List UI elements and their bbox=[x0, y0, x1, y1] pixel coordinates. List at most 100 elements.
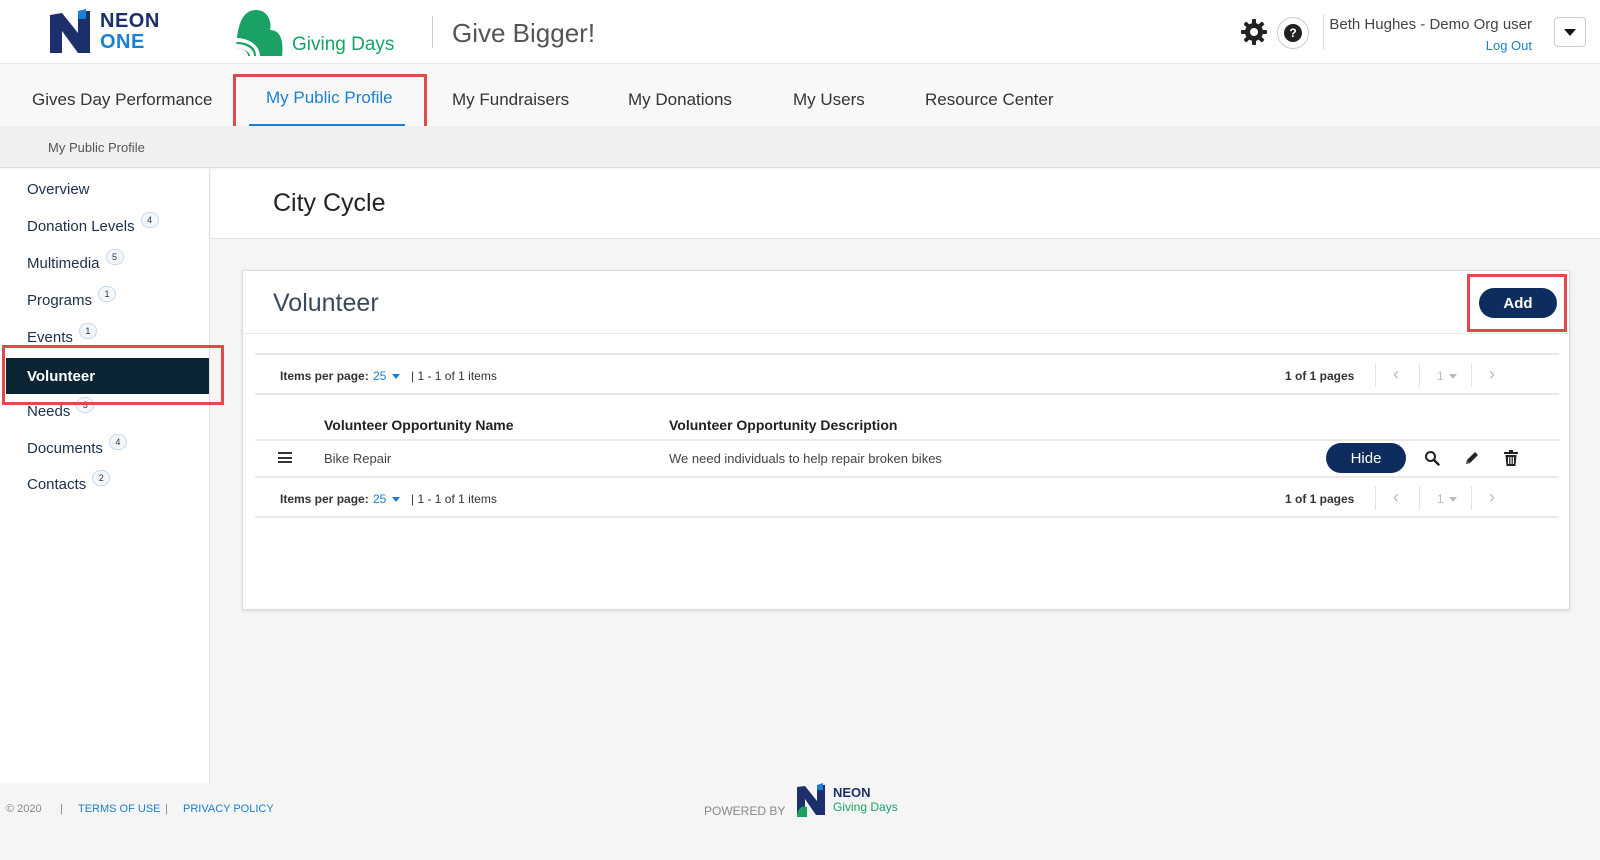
terms-of-use-link[interactable]: TERMS OF USE bbox=[78, 803, 161, 815]
sidebar-item-needs[interactable]: Needs 3 bbox=[27, 397, 95, 420]
sidebar-item-label: Volunteer bbox=[27, 368, 96, 385]
neon-one-wordmark: NEON ONE bbox=[100, 11, 160, 53]
nav-resource-center[interactable]: Resource Center bbox=[925, 90, 1054, 110]
pager-top: Items per page: 25 | 1 - 1 of 1 items 1 … bbox=[255, 353, 1559, 395]
sidebar-item-label: Contacts bbox=[27, 476, 87, 493]
footer-logo-line1: NEON bbox=[833, 785, 871, 800]
sidebar-item-label: Needs bbox=[27, 403, 71, 420]
items-per-page-label: Items per page: bbox=[280, 369, 369, 383]
column-header-name[interactable]: Volunteer Opportunity Name bbox=[324, 417, 514, 433]
sidebar-item-label: Donation Levels bbox=[27, 218, 135, 235]
sidebar-item-programs[interactable]: Programs 1 bbox=[27, 286, 117, 309]
giving-days-mark-icon bbox=[236, 10, 283, 56]
sidebar-item-documents[interactable]: Documents 4 bbox=[27, 434, 127, 457]
drag-handle-icon[interactable] bbox=[278, 452, 292, 463]
chevron-right-icon[interactable]: › bbox=[1489, 364, 1495, 385]
count-badge: 4 bbox=[108, 434, 127, 450]
page-select[interactable]: 1 bbox=[1437, 369, 1457, 383]
pager-divider bbox=[1375, 486, 1376, 510]
sidebar-item-events[interactable]: Events 1 bbox=[27, 323, 97, 346]
user-menu-button[interactable] bbox=[1554, 17, 1586, 47]
main-nav: Gives Day Performance My Public Profile … bbox=[0, 64, 1600, 126]
header-divider bbox=[255, 439, 1559, 441]
nav-my-public-profile[interactable]: My Public Profile bbox=[266, 88, 393, 108]
column-header-description[interactable]: Volunteer Opportunity Description bbox=[669, 417, 897, 433]
search-icon[interactable] bbox=[1421, 447, 1443, 469]
caret-down-icon bbox=[392, 496, 401, 502]
neon-mark-icon bbox=[50, 9, 90, 53]
nav-my-fundraisers[interactable]: My Fundraisers bbox=[452, 90, 569, 110]
sidebar-item-multimedia[interactable]: Multimedia 5 bbox=[27, 249, 124, 272]
tagline: Give Bigger! bbox=[452, 18, 596, 48]
neon-one-logo[interactable]: NEON ONE bbox=[34, 2, 176, 62]
items-per-page-select[interactable]: 25 bbox=[373, 369, 401, 383]
hide-button[interactable]: Hide bbox=[1326, 443, 1406, 473]
breadcrumb[interactable]: My Public Profile bbox=[48, 140, 145, 155]
count-badge: 4 bbox=[140, 212, 159, 228]
card-divider bbox=[243, 333, 1569, 334]
chevron-left-icon[interactable]: ‹ bbox=[1393, 487, 1399, 508]
count-badge: 1 bbox=[98, 286, 117, 302]
page-number: 1 bbox=[1437, 492, 1444, 506]
sidebar-item-donation-levels[interactable]: Donation Levels 4 bbox=[27, 212, 159, 235]
count-badge: 3 bbox=[76, 397, 95, 413]
items-per-page-select[interactable]: 25 bbox=[373, 492, 401, 506]
pager-divider bbox=[1419, 363, 1420, 387]
page-title: City Cycle bbox=[273, 189, 386, 217]
row-name: Bike Repair bbox=[324, 451, 392, 466]
question-icon: ? bbox=[1284, 24, 1302, 42]
page-title-bar: City Cycle bbox=[211, 169, 1600, 239]
chevron-right-icon[interactable]: › bbox=[1489, 487, 1495, 508]
help-button[interactable]: ? bbox=[1277, 17, 1309, 49]
pager-divider bbox=[1471, 363, 1472, 387]
card-title: Volunteer bbox=[273, 289, 379, 317]
nav-gives-day-performance[interactable]: Gives Day Performance bbox=[32, 90, 212, 110]
pager-divider bbox=[1419, 486, 1420, 510]
pager-bottom: Items per page: 25 | 1 - 1 of 1 items 1 … bbox=[255, 476, 1559, 518]
caret-down-icon bbox=[1448, 373, 1457, 379]
nav-my-donations[interactable]: My Donations bbox=[628, 90, 732, 110]
powered-by-label: POWERED BY bbox=[704, 804, 786, 818]
logout-link[interactable]: Log Out bbox=[1486, 38, 1532, 53]
items-per-page-label: Items per page: bbox=[280, 492, 369, 506]
sidebar-item-label: Programs bbox=[27, 292, 93, 309]
sidebar-item-label: Events bbox=[27, 329, 73, 346]
neon-giving-days-mark-icon bbox=[797, 783, 825, 817]
sidebar-item-contacts[interactable]: Contacts 2 bbox=[27, 470, 111, 493]
sidebar-item-volunteer[interactable]: Volunteer bbox=[6, 358, 209, 394]
trash-icon[interactable] bbox=[1500, 447, 1522, 469]
page-select[interactable]: 1 bbox=[1437, 492, 1457, 506]
item-range: | 1 - 1 of 1 items bbox=[411, 369, 497, 383]
sidebar-item-label: Documents bbox=[27, 440, 103, 457]
items-per-page-value: 25 bbox=[373, 369, 387, 383]
chevron-left-icon[interactable]: ‹ bbox=[1393, 364, 1399, 385]
gear-icon[interactable] bbox=[1240, 18, 1268, 46]
count-badge: 1 bbox=[78, 323, 97, 339]
giving-days-logo[interactable]: Giving Days bbox=[232, 6, 394, 60]
page-count: 1 of 1 pages bbox=[1285, 492, 1355, 506]
sidebar-item-label: Multimedia bbox=[27, 255, 100, 272]
page-number: 1 bbox=[1437, 369, 1444, 383]
add-button[interactable]: Add bbox=[1479, 288, 1557, 318]
footer-separator: | bbox=[165, 803, 168, 815]
privacy-policy-link[interactable]: PRIVACY POLICY bbox=[183, 803, 274, 815]
caret-down-icon bbox=[1564, 28, 1576, 36]
copyright: © 2020 bbox=[6, 803, 42, 815]
items-per-page-value: 25 bbox=[373, 492, 387, 506]
app-header: NEON ONE Giving Days Give Bigger! ? Beth… bbox=[0, 0, 1600, 64]
volunteer-card: Volunteer Add Items per page: 25 | 1 - 1… bbox=[242, 270, 1570, 610]
pager-divider bbox=[1471, 486, 1472, 510]
neon-logo-line1: NEON bbox=[100, 10, 160, 32]
footer-logo[interactable]: NEON Giving Days bbox=[795, 783, 898, 817]
footer-logo-line2: Giving Days bbox=[833, 800, 898, 814]
nav-my-users[interactable]: My Users bbox=[793, 90, 865, 110]
pencil-icon[interactable] bbox=[1461, 447, 1483, 469]
count-badge: 2 bbox=[92, 470, 111, 486]
pager-divider bbox=[1375, 363, 1376, 387]
sidebar: Overview Donation Levels 4 Multimedia 5 … bbox=[0, 169, 210, 783]
row-description: We need individuals to help repair broke… bbox=[669, 451, 942, 466]
count-badge: 5 bbox=[105, 249, 124, 265]
sub-nav: My Public Profile bbox=[0, 126, 1600, 168]
neon-logo-line2: ONE bbox=[100, 31, 145, 53]
sidebar-item-overview[interactable]: Overview bbox=[27, 181, 90, 198]
